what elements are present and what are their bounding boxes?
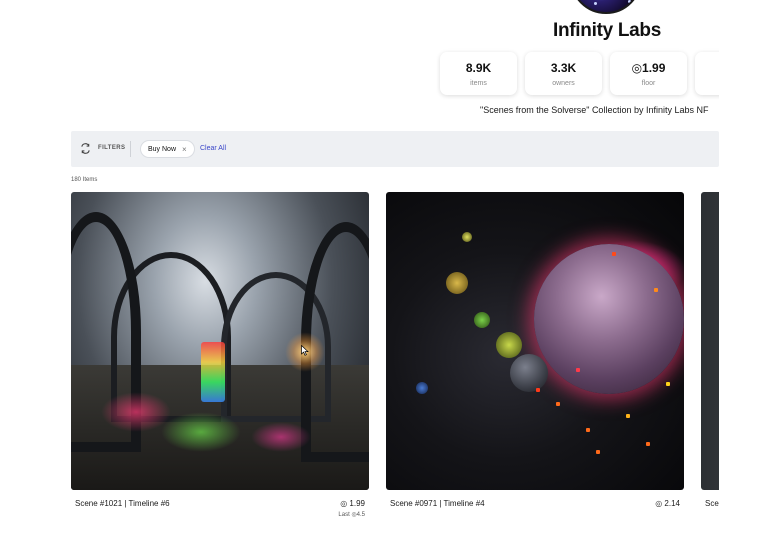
item-title: Sce (705, 499, 719, 508)
stat-floor: ◎1.99 floor (610, 52, 687, 95)
collection-title: Infinity Labs (553, 20, 661, 41)
collection-description: "Scenes from the Solverse" Collection by… (480, 105, 719, 119)
items-grid: Scene #1021 | Timeline #6 ◎ 1.99 Last ◎4… (71, 192, 719, 532)
item-image[interactable] (701, 192, 719, 490)
divider (130, 141, 131, 157)
refresh-icon[interactable] (80, 143, 91, 154)
item-card[interactable]: Sce (701, 192, 719, 530)
stat-value: 3.3K (550, 61, 577, 75)
stat-items: 8.9K items (440, 52, 517, 95)
item-card[interactable]: Scene #1021 | Timeline #6 ◎ 1.99 Last ◎4… (71, 192, 369, 530)
chip-label: Buy Now (148, 145, 177, 153)
item-price: ◎ 2.14 (655, 499, 680, 508)
stat-owners: 3.3K owners (525, 52, 602, 95)
stat-value: ◎ (695, 61, 719, 75)
stat-value: ◎1.99 (631, 61, 666, 75)
stat-label: owners (552, 80, 575, 87)
collection-avatar (570, 0, 642, 14)
item-price-value: 2.14 (664, 499, 680, 508)
filter-chip-buy-now[interactable]: Buy Now × (140, 140, 195, 158)
item-price-value: 1.99 (349, 499, 365, 508)
filters-label[interactable]: FILTERS (98, 145, 125, 151)
sol-icon: ◎ (340, 499, 348, 508)
item-last-price: Last ◎4.5 (338, 512, 365, 518)
stats-row: 8.9K items 3.3K owners ◎1.99 floor ◎ (436, 48, 719, 100)
stat-value: 8.9K (465, 61, 492, 75)
stat-label: items (470, 80, 487, 87)
item-card[interactable]: Scene #0971 | Timeline #4 ◎ 2.14 (386, 192, 684, 530)
item-title: Scene #0971 | Timeline #4 (390, 499, 485, 508)
item-price: ◎ 1.99 (340, 499, 365, 508)
close-icon[interactable]: × (182, 145, 187, 154)
item-title: Scene #1021 | Timeline #6 (75, 499, 170, 508)
filter-bar: FILTERS Buy Now × Clear All (71, 131, 719, 167)
clear-all-link[interactable]: Clear All (200, 145, 226, 152)
item-image[interactable] (386, 192, 684, 490)
stat-label: floor (641, 80, 656, 87)
stat-volume: ◎ (695, 52, 719, 95)
description-text: "Scenes from the Solverse" Collection by… (480, 105, 709, 115)
item-count: 180 Items (71, 177, 98, 183)
item-image[interactable] (71, 192, 369, 490)
sol-icon: ◎ (655, 499, 663, 508)
mouse-cursor-icon (301, 345, 309, 356)
